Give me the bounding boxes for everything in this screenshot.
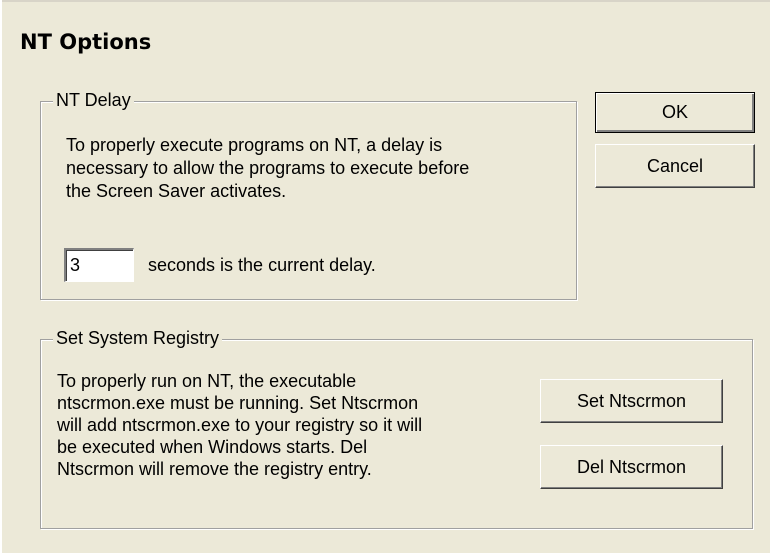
nt-delay-description: To properly execute programs on NT, a de… [66,134,469,203]
registry-line: Ntscrmon will remove the registry entry. [57,459,372,479]
del-ntscrmon-button[interactable]: Del Ntscrmon [540,445,723,489]
set-ntscrmon-button[interactable]: Set Ntscrmon [540,379,723,423]
cancel-button[interactable]: Cancel [595,144,755,188]
dialog-title: NT Options [20,30,152,54]
delay-suffix-label: seconds is the current delay. [148,255,376,275]
nt-options-dialog: NT Options NT Delay To properly execute … [0,0,770,553]
nt-delay-legend: NT Delay [53,90,134,111]
ok-button[interactable]: OK [595,92,755,133]
nt-delay-line: necessary to allow the programs to execu… [66,158,470,178]
registry-line: be executed when Windows starts. Del [57,437,368,457]
nt-delay-line: To properly execute programs on NT, a de… [66,135,443,155]
title-bar[interactable]: NT Options [2,0,770,72]
delay-seconds-input[interactable]: 3 [64,248,134,282]
system-registry-legend: Set System Registry [53,328,223,349]
registry-line: will add ntscrmon.exe to your registry s… [57,415,423,435]
registry-description: To properly run on NT, the executable nt… [57,370,422,480]
registry-line: ntscrmon.exe must be running. Set Ntscrm… [57,393,419,413]
registry-line: To properly run on NT, the executable [57,371,357,391]
nt-delay-line: the Screen Saver activates. [66,181,287,201]
